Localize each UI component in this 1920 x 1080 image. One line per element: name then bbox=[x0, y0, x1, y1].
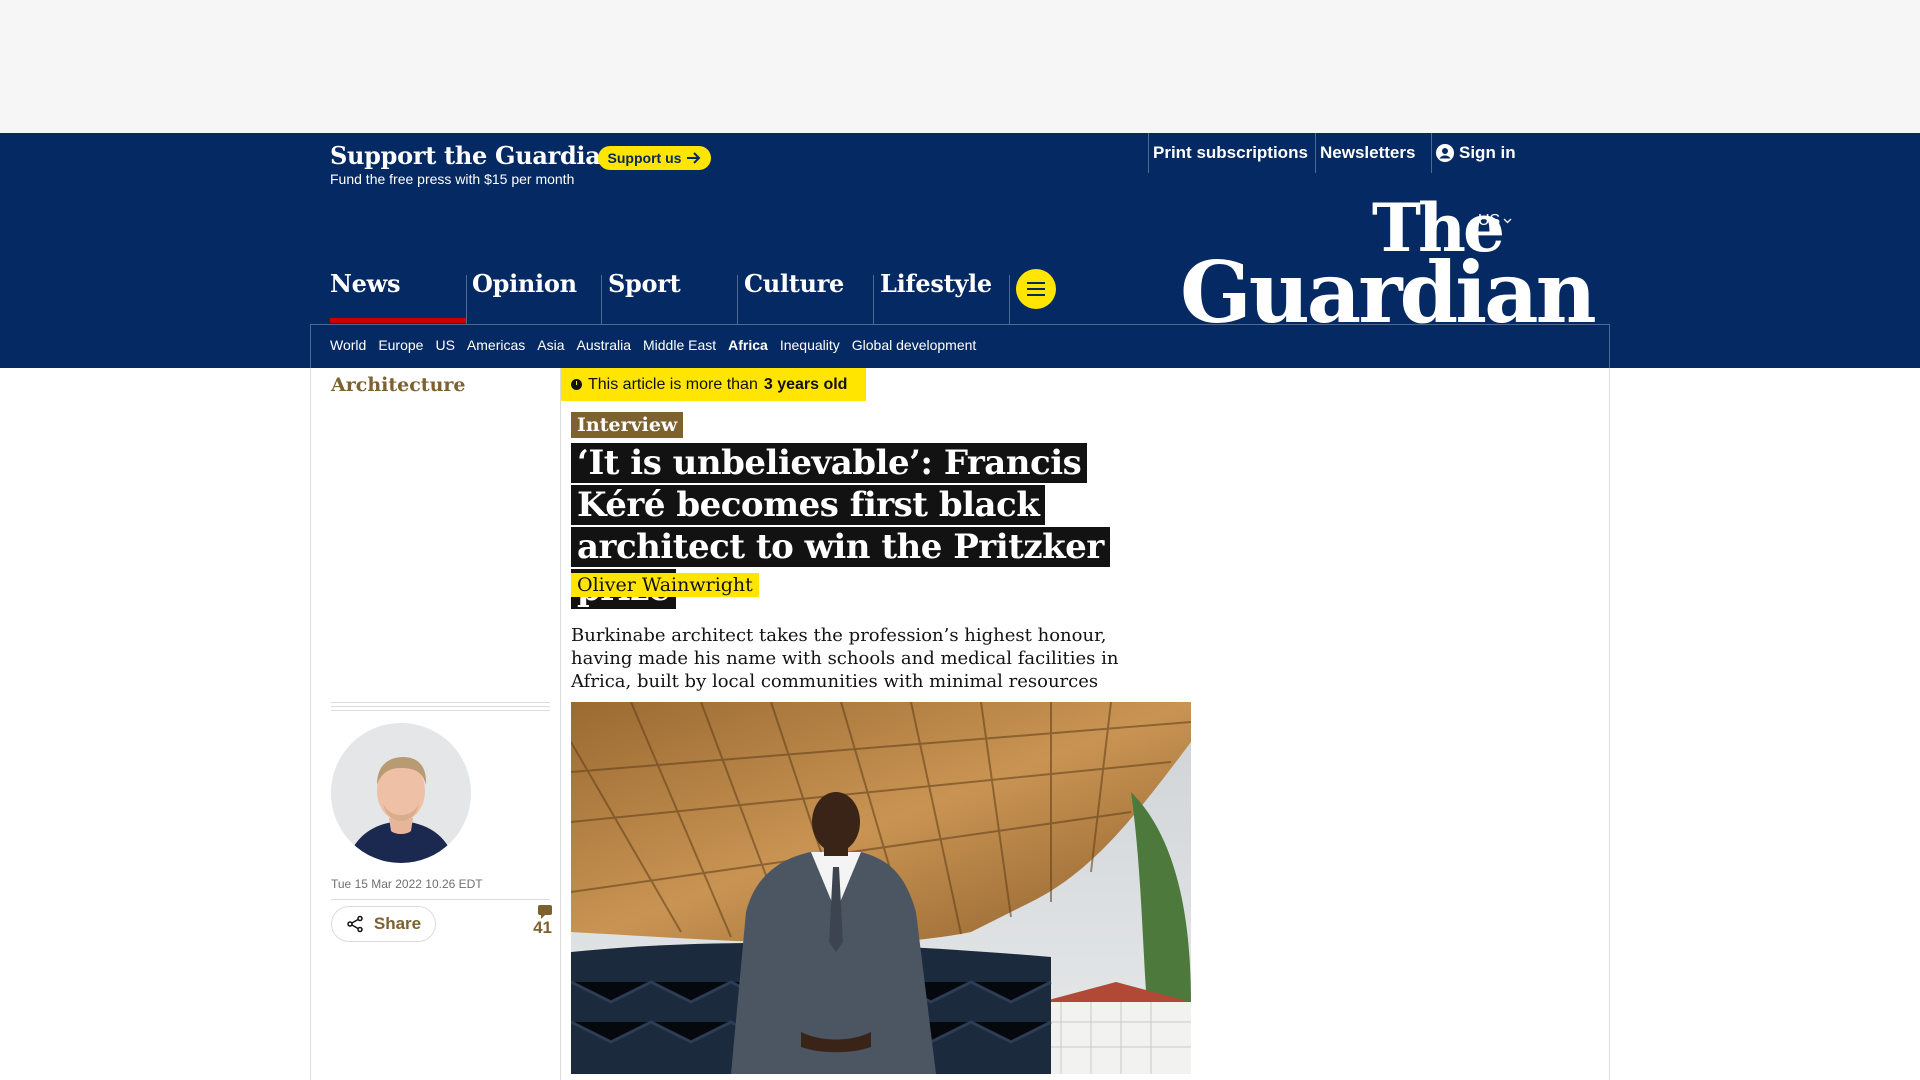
subnav-item-asia[interactable]: Asia bbox=[537, 337, 564, 353]
subnav-item-americas[interactable]: Americas bbox=[467, 337, 525, 353]
author-portrait bbox=[331, 723, 471, 863]
subnav-item-africa[interactable]: Africa bbox=[728, 337, 768, 353]
subnav-item-global-development[interactable]: Global development bbox=[852, 337, 977, 353]
sign-in-label: Sign in bbox=[1459, 143, 1516, 162]
pillar-opinion[interactable]: Opinion bbox=[472, 262, 577, 324]
account-icon bbox=[1436, 144, 1454, 162]
divider bbox=[331, 899, 550, 900]
divider bbox=[737, 275, 738, 324]
subnav-item-australia[interactable]: Australia bbox=[577, 337, 631, 353]
section-label[interactable]: Architecture bbox=[331, 374, 465, 396]
menu-icon-bar bbox=[1027, 282, 1045, 284]
subnav-item-us[interactable]: US bbox=[435, 337, 454, 353]
article-age-warning: This article is more than 3 years old bbox=[561, 368, 866, 401]
clock-icon bbox=[571, 379, 582, 390]
article-standfirst: Burkinabe architect takes the profession… bbox=[571, 625, 1119, 692]
active-pillar-indicator bbox=[330, 318, 466, 323]
share-label: Share bbox=[373, 914, 422, 933]
pillar-sport[interactable]: Sport bbox=[608, 262, 681, 324]
pillar-culture[interactable]: Culture bbox=[744, 262, 844, 324]
arrow-right-icon bbox=[687, 152, 701, 164]
divider bbox=[873, 275, 874, 324]
menu-button[interactable] bbox=[1016, 269, 1056, 309]
subnav-item-world[interactable]: World bbox=[330, 337, 366, 353]
divider bbox=[1609, 368, 1610, 1080]
share-button[interactable]: Share bbox=[331, 906, 436, 942]
comment-icon bbox=[538, 905, 552, 919]
print-subscriptions-link[interactable]: Print subscriptions bbox=[1153, 133, 1308, 173]
subnav-item-middle-east[interactable]: Middle East bbox=[643, 337, 716, 353]
subnav-item-inequality[interactable]: Inequality bbox=[780, 337, 840, 353]
subnav-item-europe[interactable]: Europe bbox=[378, 337, 423, 353]
divider bbox=[1431, 133, 1432, 173]
support-title: Support the Guardian bbox=[330, 141, 618, 170]
pillar-news[interactable]: News bbox=[330, 262, 400, 324]
article-kicker: Interview bbox=[571, 412, 684, 438]
divider bbox=[310, 368, 311, 1080]
comment-count: 41 bbox=[533, 918, 552, 937]
menu-icon-bar bbox=[1027, 288, 1045, 290]
hero-photo bbox=[571, 702, 1191, 1074]
divider bbox=[466, 275, 467, 324]
divider bbox=[1009, 275, 1010, 324]
sign-in-link[interactable]: Sign in bbox=[1436, 133, 1516, 173]
support-us-label: Support us bbox=[607, 150, 682, 166]
divider bbox=[1148, 133, 1149, 173]
divider bbox=[560, 368, 561, 1080]
logo-line-2: Guardian bbox=[1180, 242, 1597, 342]
guardian-logo[interactable]: The Guardian bbox=[1180, 195, 1597, 342]
meta-rule bbox=[331, 702, 550, 714]
comment-count-link[interactable]: 41 bbox=[530, 905, 552, 938]
support-subtitle: Fund the free press with $15 per month bbox=[330, 171, 575, 187]
pillar-lifestyle[interactable]: Lifestyle bbox=[880, 262, 992, 324]
author-avatar bbox=[331, 723, 471, 863]
byline-author[interactable]: Oliver Wainwright bbox=[571, 573, 759, 597]
age-warning-prefix: This article is more than bbox=[588, 375, 758, 393]
hero-image[interactable] bbox=[571, 702, 1191, 1074]
newsletters-link[interactable]: Newsletters bbox=[1320, 133, 1415, 173]
age-warning-value: 3 years old bbox=[763, 375, 848, 393]
share-icon bbox=[347, 915, 363, 933]
menu-icon-bar bbox=[1027, 294, 1045, 296]
support-bar bbox=[0, 133, 1920, 197]
advertisement-slot bbox=[0, 0, 1920, 133]
divider bbox=[601, 275, 602, 324]
divider bbox=[1315, 133, 1316, 173]
support-us-button[interactable]: Support us bbox=[598, 146, 711, 170]
publish-date: Tue 15 Mar 2022 10.26 EDT bbox=[331, 877, 483, 891]
subnav: World Europe US Americas Asia Australia … bbox=[330, 337, 976, 353]
